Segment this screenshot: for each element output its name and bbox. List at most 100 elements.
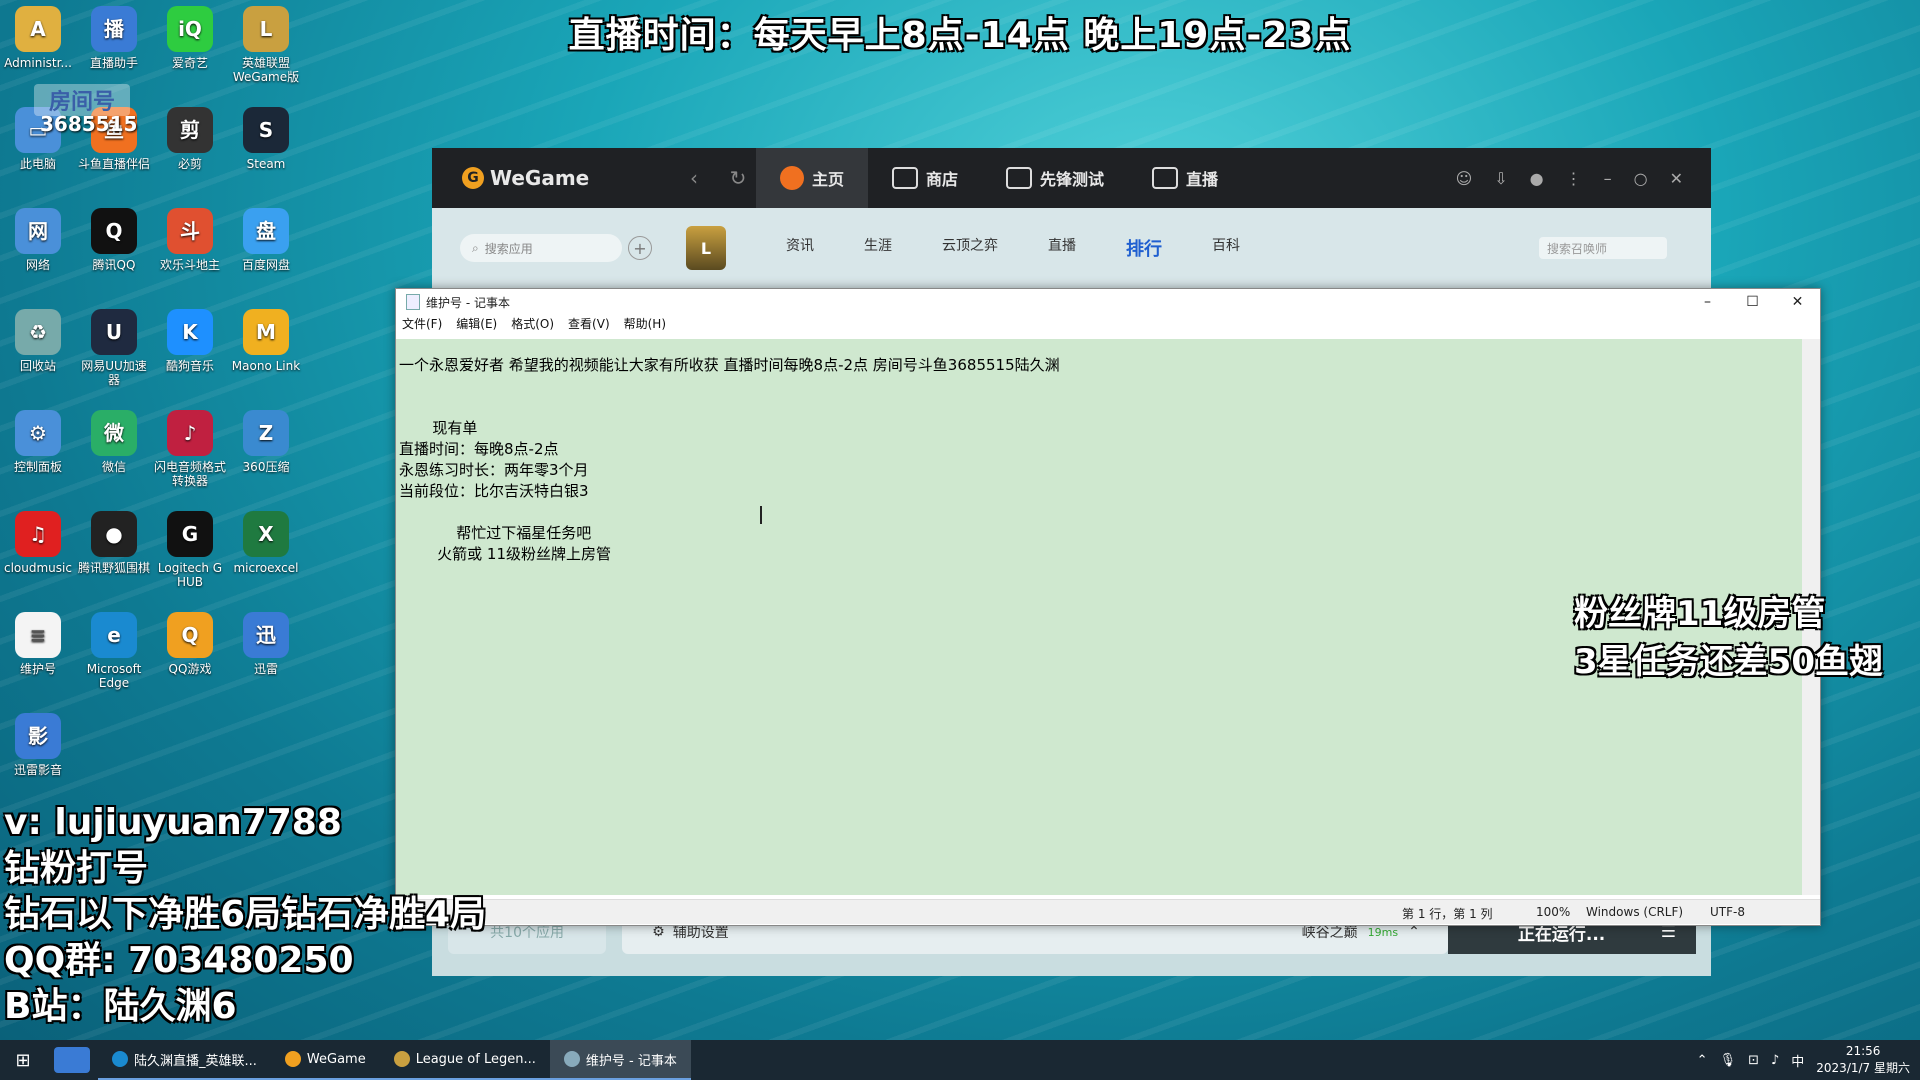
notepad-title: 维护号 - 记事本 bbox=[426, 295, 510, 310]
app-search-input[interactable]: ⌕ 搜索应用 bbox=[460, 234, 622, 262]
taskbar-item-lol[interactable]: League of Legen... bbox=[379, 1040, 550, 1080]
desktop-icon[interactable]: Xmicroexcel bbox=[228, 511, 304, 575]
close-button[interactable]: ✕ bbox=[1775, 294, 1820, 310]
edge-icon bbox=[112, 1051, 128, 1067]
pinned-app-icon[interactable] bbox=[54, 1047, 90, 1073]
network-icon[interactable]: ⊡ bbox=[1748, 1053, 1759, 1068]
line-ending: Windows (CRLF) bbox=[1586, 905, 1684, 919]
notepad-icon bbox=[563, 1051, 580, 1067]
desktop-icon-label: 腾讯野狐围棋 bbox=[77, 561, 150, 575]
desktop-icon[interactable]: 迅迅雷 bbox=[228, 612, 304, 676]
tab-live[interactable]: 直播 bbox=[1128, 148, 1242, 208]
maximize-button[interactable]: ☐ bbox=[1730, 294, 1775, 310]
desktop-icon-label: 360压缩 bbox=[242, 460, 290, 474]
summoner-search-input[interactable]: 搜索召唤师 bbox=[1539, 237, 1667, 259]
clock[interactable]: 21:56 2023/1/7 星期六 bbox=[1816, 1043, 1910, 1077]
desktop-icon[interactable]: 网网络 bbox=[0, 208, 76, 272]
close-icon[interactable]: ✕ bbox=[1670, 169, 1683, 188]
menu-help[interactable]: 帮助(H) bbox=[624, 315, 666, 335]
desktop-icon-label: 此电脑 bbox=[19, 157, 56, 171]
microphone-icon[interactable]: 🎙 bbox=[1720, 1053, 1737, 1068]
app-icon: 微 bbox=[91, 410, 137, 456]
desktop-icon[interactable]: U 网易UU加速器 bbox=[76, 309, 152, 387]
desktop-icon-label: QQ游戏 bbox=[168, 662, 212, 676]
desktop-icon[interactable]: ⚙ 控制面板 bbox=[0, 410, 76, 474]
desktop-icon-label: Logitech G HUB bbox=[157, 561, 223, 589]
desktop-icon[interactable]: 剪必剪 bbox=[152, 107, 228, 171]
app-icon: Z bbox=[243, 410, 289, 456]
menu-career[interactable]: 生涯 bbox=[864, 235, 892, 261]
menu-format[interactable]: 格式(O) bbox=[511, 315, 554, 335]
desktop-icon[interactable]: ♻ 回收站 bbox=[0, 309, 76, 373]
tab-home[interactable]: 主页 bbox=[756, 148, 869, 208]
chevron-up-icon[interactable]: ⌃ bbox=[1408, 924, 1420, 940]
desktop-icon-label: cloudmusic bbox=[4, 561, 72, 575]
desktop-icon[interactable]: Q QQ游戏 bbox=[152, 612, 228, 676]
desktop-icon[interactable]: Q 腾讯QQ bbox=[76, 208, 152, 272]
desktop-icon[interactable]: ♫ cloudmusic bbox=[0, 511, 76, 575]
desktop-icon[interactable]: S Steam bbox=[228, 107, 304, 171]
minimize-button[interactable]: – bbox=[1685, 294, 1730, 310]
contact-overlay: v: lujiuyuan7788 钻粉打号 钻石以下净胜6局钻石净胜4局 QQ群… bbox=[4, 800, 486, 1030]
taskbar: ⊞ 陆久渊直播_英雄联... WeGame League of Legen...… bbox=[0, 1040, 1920, 1080]
desktop-icon[interactable]: 斗欢乐斗地主 bbox=[152, 208, 228, 272]
desktop-icon[interactable]: e Microsoft Edge bbox=[76, 612, 152, 690]
back-icon[interactable]: ‹ bbox=[676, 166, 712, 190]
refresh-icon[interactable]: ↻ bbox=[720, 166, 756, 190]
tray-chevron-icon[interactable]: ⌃ bbox=[1697, 1053, 1708, 1068]
desktop-icon[interactable]: ♪ 闪电音频格式转换器 bbox=[152, 410, 228, 488]
menu-tft[interactable]: 云顶之弈 bbox=[942, 235, 998, 261]
minimize-icon[interactable]: – bbox=[1604, 169, 1612, 188]
wegame-subbar: ⌕ 搜索应用 + L 资讯 生涯 云顶之弈 直播 排行 百科 搜索召唤师 bbox=[432, 208, 1711, 288]
add-app-button[interactable]: + bbox=[628, 236, 652, 260]
desktop-icon[interactable]: M Maono Link bbox=[228, 309, 304, 373]
text-line: 直播时间：每晚8点-2点 bbox=[399, 440, 559, 458]
menu-live[interactable]: 直播 bbox=[1048, 235, 1076, 261]
ime-indicator[interactable]: 中 bbox=[1791, 1051, 1804, 1070]
app-icon: K bbox=[167, 309, 213, 355]
desktop-icon[interactable]: ● 腾讯野狐围棋 bbox=[76, 511, 152, 575]
windows-start-icon[interactable]: ⊞ bbox=[0, 1050, 46, 1071]
overlay-left-line: 钻石以下净胜6局钻石净胜4局 bbox=[4, 894, 487, 935]
notepad-icon bbox=[406, 294, 420, 310]
desktop-icon[interactable]: 微微信 bbox=[76, 410, 152, 474]
lol-logo-icon[interactable]: L bbox=[686, 226, 726, 270]
taskbar-item-label: WeGame bbox=[306, 1051, 366, 1067]
taskbar-item-notepad[interactable]: 维护号 - 记事本 bbox=[549, 1040, 691, 1080]
menu-news[interactable]: 资讯 bbox=[786, 235, 814, 261]
friends-icon[interactable]: ☺ bbox=[1456, 169, 1473, 188]
avatar[interactable]: ● bbox=[1530, 169, 1544, 188]
text-line: 火箭或 11级粉丝牌上房管 bbox=[399, 545, 612, 563]
more-icon[interactable]: ⋮ bbox=[1566, 169, 1582, 188]
tab-beta-label: 先锋测试 bbox=[1040, 170, 1105, 189]
desktop-icon[interactable]: G Logitech G HUB bbox=[152, 511, 228, 589]
bag-icon bbox=[892, 167, 919, 189]
app-icon: 网 bbox=[15, 208, 61, 254]
desktop-icon[interactable]: 盘百度网盘 bbox=[228, 208, 304, 272]
download-icon[interactable]: ⇩ bbox=[1494, 169, 1507, 188]
desktop-icon[interactable]: Z 360压缩 bbox=[228, 410, 304, 474]
desktop-icon-label: 微信 bbox=[101, 460, 126, 474]
menu-edit[interactable]: 编辑(E) bbox=[456, 315, 497, 335]
tab-store[interactable]: 商店 bbox=[868, 148, 982, 208]
room-number: 3685515 bbox=[40, 112, 138, 136]
tab-beta[interactable]: 先锋测试 bbox=[982, 148, 1128, 208]
desktop-icon[interactable]: 影迅雷影音 bbox=[0, 713, 76, 777]
menu-file[interactable]: 文件(F) bbox=[402, 315, 442, 335]
app-icon: ⚙ bbox=[15, 410, 61, 456]
desktop-icon-label: microexcel bbox=[233, 561, 299, 575]
volume-icon[interactable]: ♪ bbox=[1771, 1053, 1779, 1068]
desktop-icon[interactable]: ≡ 维护号 bbox=[0, 612, 76, 676]
taskbar-item-wegame[interactable]: WeGame bbox=[270, 1040, 380, 1080]
taskbar-item-browser[interactable]: 陆久渊直播_英雄联... bbox=[98, 1040, 271, 1080]
desktop-icon[interactable]: K 酷狗音乐 bbox=[152, 309, 228, 373]
menu-wiki[interactable]: 百科 bbox=[1212, 235, 1240, 261]
desktop-icon-label: 控制面板 bbox=[13, 460, 62, 474]
app-icon: 迅 bbox=[243, 612, 289, 658]
overlay-left-line: QQ群: 703480250 bbox=[4, 940, 354, 981]
clock-date: 2023/1/7 星期六 bbox=[1816, 1061, 1910, 1075]
menu-view[interactable]: 查看(V) bbox=[568, 315, 610, 335]
maximize-icon[interactable]: ○ bbox=[1634, 169, 1648, 188]
menu-ranking[interactable]: 排行 bbox=[1126, 235, 1162, 261]
text-line: 一个永恩爱好者 希望我的视频能让大家有所收获 直播时间每晚8点-2点 房间号斗鱼… bbox=[399, 356, 1060, 374]
